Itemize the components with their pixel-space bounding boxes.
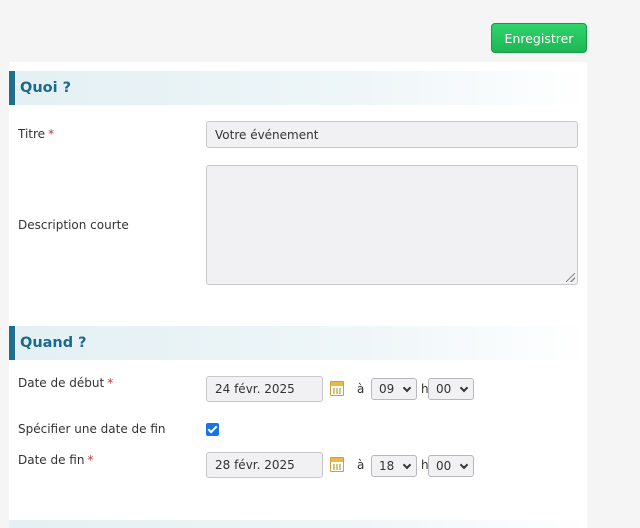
start-date-value: 24 févr. 2025 bbox=[215, 382, 295, 396]
end-date-value: 28 févr. 2025 bbox=[215, 458, 295, 472]
end-hour-value: 18 bbox=[379, 459, 395, 473]
titre-label-text: Titre bbox=[18, 127, 46, 141]
titre-label: Titre * bbox=[18, 127, 54, 141]
end-date-label: Date de fin * bbox=[18, 453, 93, 467]
end-minute-select[interactable]: 00 bbox=[428, 455, 474, 477]
end-minute-value: 00 bbox=[436, 459, 452, 473]
chevron-down-icon bbox=[402, 383, 412, 393]
calendar-icon[interactable] bbox=[330, 457, 344, 472]
section-header-quand: Quand ? bbox=[9, 326, 587, 360]
start-date-label-text: Date de début bbox=[18, 376, 105, 390]
event-form-panel: Quoi ? Titre* Description courte Quand ?… bbox=[9, 62, 587, 528]
start-minute-select[interactable]: 00 bbox=[428, 378, 474, 400]
end-date-label-text: Date de fin bbox=[18, 453, 85, 467]
start-minute-value: 00 bbox=[436, 382, 452, 396]
section-title-quand: Quand ? bbox=[20, 335, 87, 351]
chevron-down-icon bbox=[402, 460, 412, 470]
specify-end-checkbox[interactable] bbox=[206, 423, 219, 436]
section-title-quoi: Quoi ? bbox=[20, 80, 72, 96]
chevron-down-icon bbox=[459, 383, 469, 393]
specify-end-label: Spécifier une date de fin bbox=[18, 422, 166, 436]
required-mark: * bbox=[87, 453, 94, 467]
start-hour-select[interactable]: 09 bbox=[371, 378, 417, 400]
next-section-header bbox=[9, 520, 587, 528]
resize-grip-icon[interactable] bbox=[566, 273, 575, 282]
description-label: Description courte bbox=[18, 218, 129, 232]
start-date-label: Date de début * bbox=[18, 376, 113, 390]
at-label: à bbox=[357, 458, 365, 472]
required-mark: * bbox=[107, 376, 114, 390]
end-date-input[interactable]: 28 févr. 2025 bbox=[206, 452, 323, 478]
save-button[interactable]: Enregistrer bbox=[491, 23, 587, 53]
start-hour-value: 09 bbox=[379, 382, 395, 396]
chevron-down-icon bbox=[459, 460, 469, 470]
start-date-input[interactable]: 24 févr. 2025 bbox=[206, 376, 323, 402]
required-mark: * bbox=[48, 127, 55, 141]
section-header-quoi: Quoi ? bbox=[9, 71, 587, 105]
description-textarea[interactable] bbox=[206, 165, 578, 285]
titre-input[interactable] bbox=[206, 121, 578, 148]
end-hour-select[interactable]: 18 bbox=[371, 455, 417, 477]
calendar-icon[interactable] bbox=[330, 381, 344, 396]
at-label: à bbox=[357, 382, 365, 396]
